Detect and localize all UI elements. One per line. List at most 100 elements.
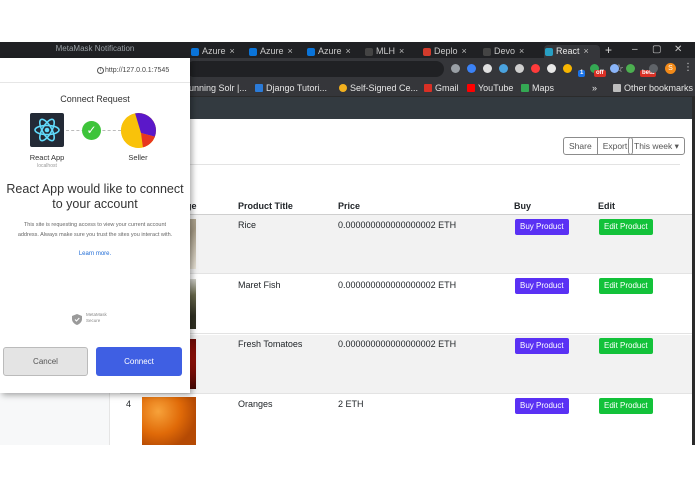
connect-request-message: React App would like to connect to your … <box>6 182 184 211</box>
column-header: Buy <box>514 201 532 211</box>
extension-icon[interactable] <box>499 64 508 73</box>
info-icon: i <box>97 67 104 74</box>
profile-avatar[interactable]: S <box>665 63 676 74</box>
extension-icon[interactable] <box>483 64 492 73</box>
browser-tab[interactable]: MLH × <box>364 45 416 58</box>
buy-product-button[interactable]: Buy Product <box>515 398 569 414</box>
connect-request-heading: Connect Request <box>60 94 130 104</box>
bookmark-favicon-icon <box>339 84 347 92</box>
divider <box>120 164 680 165</box>
product-price: 0.000000000000000002 ETH <box>338 339 457 349</box>
azure-favicon-icon <box>191 48 199 56</box>
table-row: Rice 0.000000000000000002 ETH Buy Produc… <box>120 215 692 274</box>
tab-close-icon[interactable]: × <box>230 46 235 56</box>
bookmarks-overflow-icon[interactable]: » <box>592 82 597 95</box>
screen: Azure × Azure × Azure × MLH × Deplo × Devo × R… <box>0 0 695 494</box>
react-favicon-icon <box>545 48 553 56</box>
bookmark-item[interactable]: YouTube <box>467 82 513 95</box>
tab-close-icon[interactable]: × <box>519 46 524 56</box>
browser-tab[interactable]: Devo × <box>482 45 538 58</box>
product-image <box>142 397 196 445</box>
product-price: 2 ETH <box>338 399 364 409</box>
edit-product-button[interactable]: Edit Product <box>599 398 653 414</box>
edit-product-button[interactable]: Edit Product <box>599 219 653 235</box>
column-header: Edit <box>598 201 615 211</box>
azure-favicon-icon <box>307 48 315 56</box>
browser-tab[interactable]: Deplo × <box>422 45 474 58</box>
product-title: Maret Fish <box>238 280 281 290</box>
shield-icon <box>72 312 82 325</box>
extension-badge: 1 <box>578 70 586 77</box>
bookmark-item[interactable]: Django Tutori... <box>255 82 327 95</box>
extension-badge: off <box>594 70 606 77</box>
extension-icon[interactable] <box>531 64 540 73</box>
account-name-label: Seller <box>128 153 148 162</box>
maximize-icon[interactable]: ▢ <box>652 44 661 55</box>
edit-product-button[interactable]: Edit Product <box>599 278 653 294</box>
connect-button[interactable]: Connect <box>96 347 182 376</box>
browser-tab[interactable]: Azure × <box>248 45 300 58</box>
metamask-window-title: MetaMask Notification <box>0 42 190 58</box>
extension-icon[interactable] <box>547 64 556 73</box>
extension-icon[interactable] <box>451 64 460 73</box>
bookmark-item[interactable]: Self-Signed Ce... <box>339 82 418 95</box>
connect-request-description: This site is requesting access to view y… <box>17 222 173 238</box>
tab-close-icon[interactable]: × <box>462 46 467 56</box>
youtube-icon <box>467 84 475 92</box>
metamask-secure-label: MetaMask Secure <box>86 312 107 323</box>
chrome-menu-icon[interactable]: ⋮ <box>683 61 693 75</box>
product-title: Oranges <box>238 399 273 409</box>
mlh-favicon-icon <box>365 48 373 56</box>
browser-tab[interactable]: Azure × <box>306 45 358 58</box>
new-tab-icon[interactable]: + <box>605 44 612 56</box>
gmail-icon <box>424 84 432 92</box>
buy-product-button[interactable]: Buy Product <box>515 278 569 294</box>
window-close-icon[interactable]: ✕ <box>674 44 682 55</box>
bookmark-item[interactable]: Maps <box>521 82 554 95</box>
extension-icon[interactable] <box>626 64 635 73</box>
extension-icon[interactable] <box>563 64 572 73</box>
edit-product-button[interactable]: Edit Product <box>599 338 653 354</box>
divider <box>0 82 190 83</box>
app-host-label: localhost <box>37 163 57 169</box>
extension-icon[interactable] <box>610 64 619 73</box>
table-row: Maret Fish 0.000000000000000002 ETH Buy … <box>120 275 692 334</box>
tab-close-icon[interactable]: × <box>346 46 351 56</box>
product-price: 0.000000000000000002 ETH <box>338 280 457 290</box>
app-navbar <box>190 97 692 119</box>
app-name-label: React App <box>29 153 65 162</box>
minimize-icon[interactable]: – <box>632 44 638 55</box>
bookmark-item[interactable]: Gmail <box>424 82 459 95</box>
browser-tab-active[interactable]: React × <box>544 45 600 58</box>
check-icon: ✓ <box>82 121 101 140</box>
bookmark-favicon-icon <box>255 84 263 92</box>
extension-icon[interactable] <box>515 64 524 73</box>
tab-close-icon[interactable]: × <box>584 46 589 56</box>
toolbar-button-group: Share Export <box>563 137 634 155</box>
export-button[interactable]: Export <box>596 138 633 154</box>
table-row: 4 Oranges 2 ETH Buy Product Edit Product <box>120 395 692 445</box>
product-price: 0.000000000000000002 ETH <box>338 220 457 230</box>
extension-icon[interactable] <box>467 64 476 73</box>
metamask-popup: i http://127.0.0.1:7545 Connect Request … <box>0 58 190 393</box>
tab-close-icon[interactable]: × <box>288 46 293 56</box>
cancel-button[interactable]: Cancel <box>3 347 88 376</box>
row-index: 4 <box>126 399 132 409</box>
azure-favicon-icon <box>249 48 257 56</box>
this-week-dropdown[interactable]: This week ▾ <box>628 137 685 155</box>
folder-icon <box>613 84 621 92</box>
buy-product-button[interactable]: Buy Product <box>515 219 569 235</box>
buy-product-button[interactable]: Buy Product <box>515 338 569 354</box>
tab-close-icon[interactable]: × <box>399 46 404 56</box>
learn-more-link[interactable]: Learn more. <box>0 251 190 257</box>
product-title: Fresh Tomatoes <box>238 339 303 349</box>
extension-icon[interactable] <box>649 64 658 73</box>
deploy-favicon-icon <box>423 48 431 56</box>
share-button[interactable]: Share <box>564 138 597 154</box>
address-bar[interactable]: ☆ <box>186 61 624 77</box>
account-identicon-icon <box>121 113 156 148</box>
react-logo-icon <box>30 113 64 147</box>
other-bookmarks[interactable]: Other bookmarks <box>613 82 693 95</box>
devo-favicon-icon <box>483 48 491 56</box>
browser-tab[interactable]: Azure × <box>190 45 242 58</box>
